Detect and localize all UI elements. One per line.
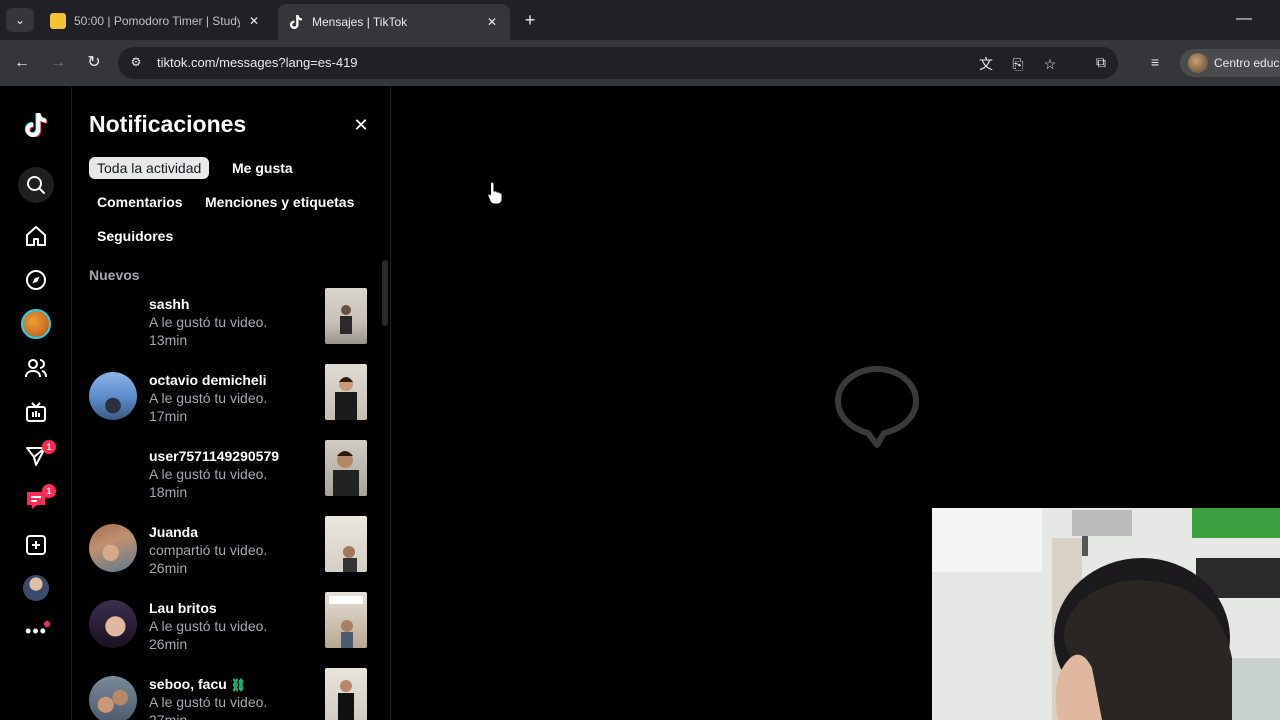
hand-cursor-icon [487, 181, 503, 205]
chat-bubble-icon [835, 366, 919, 448]
tab-search-button[interactable]: ⌄ [6, 8, 34, 32]
avatar[interactable] [89, 676, 137, 720]
pomodoro-icon [50, 13, 66, 29]
tv-icon[interactable] [18, 394, 54, 430]
minimize-button[interactable]: — [1236, 10, 1252, 30]
close-icon[interactable]: ✕ [246, 13, 262, 29]
new-tab-button[interactable]: + [520, 10, 540, 30]
filter-comments[interactable]: Comentarios [89, 191, 191, 213]
notification-user[interactable]: Lau britos [149, 600, 217, 616]
home-icon[interactable] [18, 218, 54, 254]
back-arrow-icon[interactable]: ← [11, 52, 33, 74]
avatar [1188, 53, 1208, 73]
webcam-overlay [932, 508, 1280, 720]
tab-title: Mensajes | TikTok [312, 15, 408, 29]
filter-mentions[interactable]: Menciones y etiquetas [197, 191, 362, 213]
video-thumbnail[interactable] [325, 364, 367, 420]
notification-user[interactable]: octavio demicheli [149, 372, 266, 388]
video-thumbnail[interactable] [325, 668, 367, 720]
notification-action: A le gustó tu video. [149, 466, 268, 482]
notification-action: A le gustó tu video. [149, 694, 268, 710]
reload-icon[interactable]: ↻ [83, 52, 105, 74]
more-dot-badge [44, 621, 50, 627]
avatar[interactable] [18, 306, 54, 342]
message-icon[interactable]: 1 [18, 482, 56, 518]
search-icon[interactable] [18, 167, 54, 203]
video-thumbnail[interactable] [325, 288, 367, 344]
close-icon[interactable]: ✕ [351, 115, 371, 135]
notification-user[interactable]: seboo, facu ⛓ [149, 676, 246, 692]
site-info-icon[interactable]: ⚙ [128, 55, 144, 71]
list-item[interactable]: octavio demicheli A le gustó tu video. 1… [89, 364, 369, 432]
tiktok-icon[interactable] [18, 107, 54, 143]
tab-title: 50:00 | Pomodoro Timer | Study [74, 14, 240, 28]
section-header: Nuevos [89, 267, 140, 283]
media-control-icon[interactable]: ≡ [1145, 52, 1165, 72]
notification-action: A le gustó tu video. [149, 314, 268, 330]
avatar[interactable] [89, 524, 137, 572]
video-thumbnail[interactable] [325, 592, 367, 648]
plus-square-icon[interactable] [18, 527, 54, 563]
notification-user[interactable]: user7571149290579 [149, 448, 279, 464]
activity-badge: 1 [42, 440, 56, 454]
url-text[interactable]: tiktok.com/messages?lang=es-419 [157, 55, 358, 70]
tiktok-icon [288, 14, 304, 30]
browser-toolbar: ← → ↻ ⚙ tiktok.com/messages?lang=es-419 … [0, 40, 1280, 86]
address-bar[interactable]: ⚙ tiktok.com/messages?lang=es-419 文 ⎘ ☆ [118, 47, 1118, 79]
list-item[interactable]: user7571149290579 A le gustó tu video. 1… [89, 440, 369, 508]
extensions-icon[interactable]: ⧉ [1091, 52, 1111, 72]
filter-followers[interactable]: Seguidores [89, 225, 181, 247]
tab-tiktok-messages[interactable]: Mensajes | TikTok ✕ [278, 4, 510, 40]
notification-user-name: seboo, facu [149, 676, 227, 692]
profile-chip[interactable]: Centro educ [1180, 49, 1280, 77]
notification-action: A le gustó tu video. [149, 390, 268, 406]
notification-time: 27min [149, 712, 188, 720]
install-app-icon[interactable]: ⎘ [1009, 55, 1027, 73]
list-item[interactable]: Juanda compartió tu video. 26min [89, 516, 369, 584]
video-thumbnail[interactable] [325, 440, 367, 496]
filter-likes[interactable]: Me gusta [224, 157, 301, 179]
compass-icon[interactable] [18, 262, 54, 298]
avatar[interactable] [18, 570, 54, 606]
notification-user[interactable]: Juanda [149, 524, 198, 540]
profile-label: Centro educ [1214, 56, 1280, 70]
filter-all-activity[interactable]: Toda la actividad [89, 157, 210, 179]
link-icon: ⛓ [230, 678, 246, 692]
browser-tab-bar: ⌄ 50:00 | Pomodoro Timer | Study ✕ Mensa… [0, 0, 1280, 40]
notification-time: 26min [149, 636, 188, 652]
translate-icon[interactable]: 文 [977, 55, 995, 73]
list-item[interactable]: Lau britos A le gustó tu video. 26min [89, 592, 369, 660]
messages-badge: 1 [42, 484, 56, 498]
tab-pomodoro[interactable]: 50:00 | Pomodoro Timer | Study ✕ [40, 6, 272, 36]
list-item[interactable]: seboo, facu ⛓ A le gustó tu video. 27min [89, 668, 369, 720]
notification-time: 13min [149, 332, 188, 348]
left-nav-rail: 1 1 ••• [0, 87, 72, 720]
users-icon[interactable] [18, 350, 54, 386]
close-icon[interactable]: ✕ [484, 14, 500, 30]
notification-time: 18min [149, 484, 188, 500]
forward-arrow-icon[interactable]: → [47, 52, 69, 74]
notification-user[interactable]: sashh [149, 296, 189, 312]
avatar[interactable] [89, 372, 137, 420]
notification-time: 26min [149, 560, 188, 576]
notification-time: 17min [149, 408, 188, 424]
scrollbar[interactable] [382, 260, 388, 326]
panel-title: Notificaciones [89, 111, 247, 137]
notification-action: compartió tu video. [149, 542, 268, 558]
avatar[interactable] [89, 600, 137, 648]
inbox-icon[interactable]: 1 [18, 438, 56, 474]
more-icon[interactable]: ••• [18, 613, 54, 649]
bookmark-star-icon[interactable]: ☆ [1041, 55, 1059, 73]
notification-action: A le gustó tu video. [149, 618, 268, 634]
notifications-panel: Notificaciones ✕ Toda la actividad Me gu… [72, 87, 391, 720]
video-thumbnail[interactable] [325, 516, 367, 572]
list-item[interactable]: sashh A le gustó tu video. 13min [89, 288, 369, 356]
